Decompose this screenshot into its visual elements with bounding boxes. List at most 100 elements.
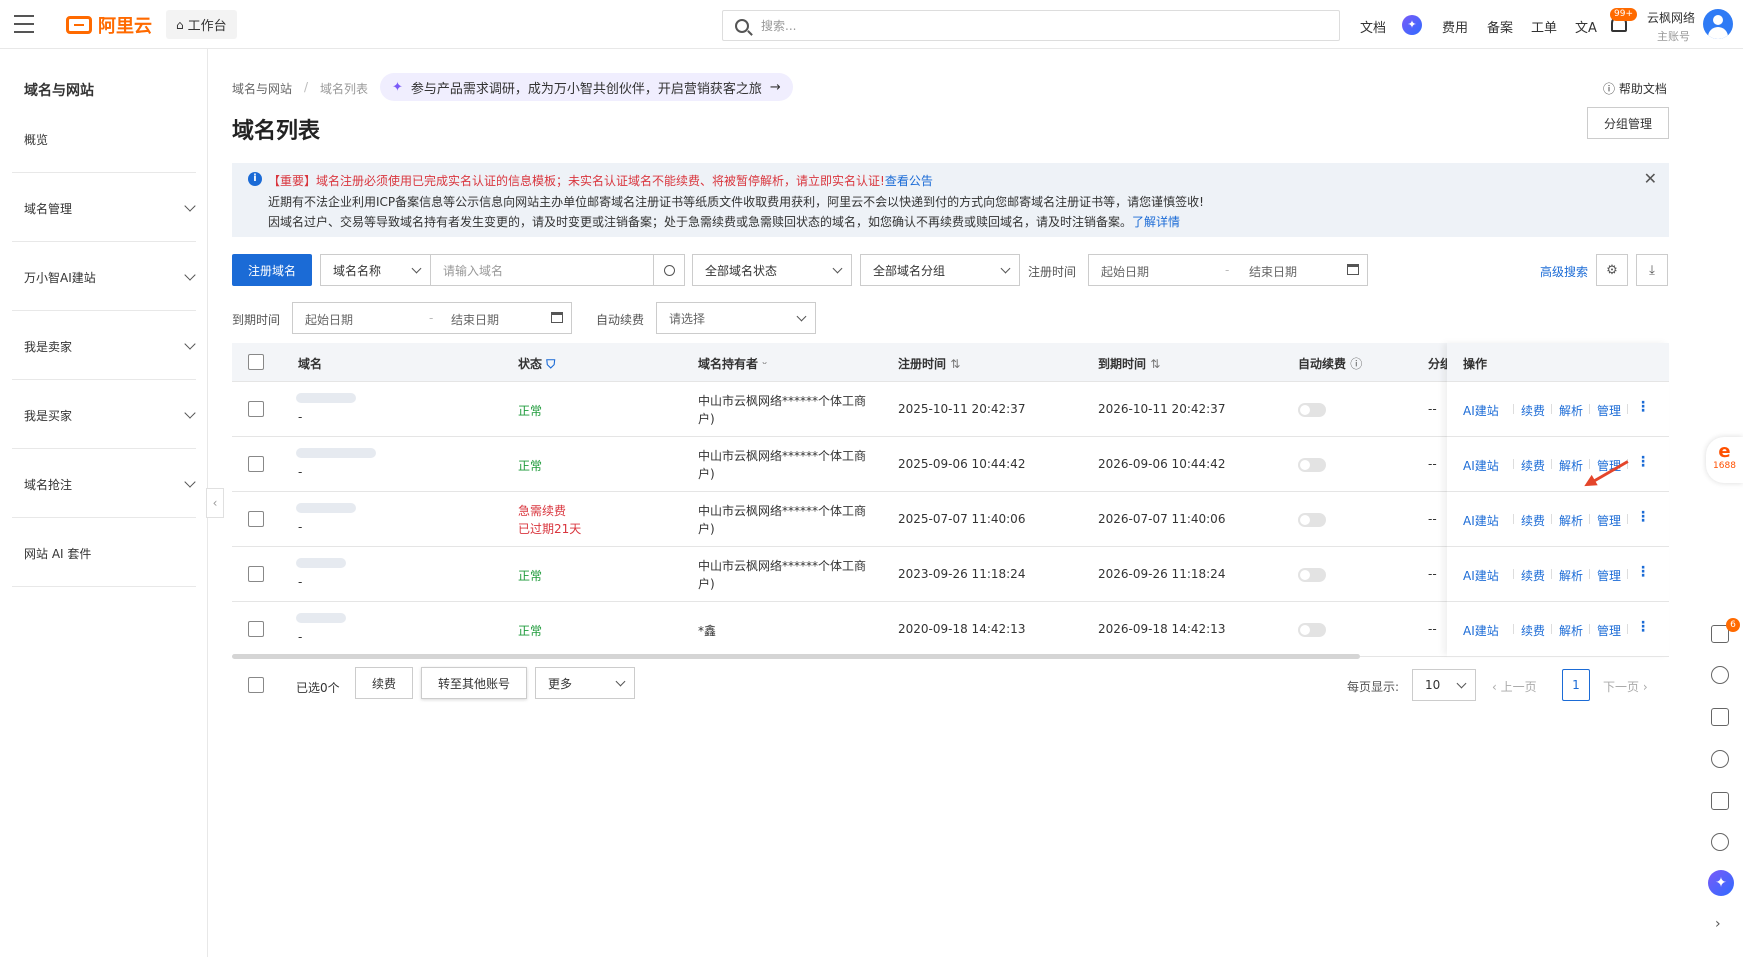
- float-1688-widget[interactable]: e 1688: [1706, 437, 1743, 483]
- dns-resolve-link[interactable]: 解析: [1559, 567, 1583, 584]
- more-actions-icon[interactable]: ⋮: [1636, 399, 1650, 415]
- domain-group-select[interactable]: 全部域名分组: [860, 254, 1020, 286]
- group-management-button[interactable]: 分组管理: [1587, 107, 1669, 139]
- auto-renew-toggle[interactable]: [1298, 513, 1326, 527]
- more-actions-icon[interactable]: ⋮: [1636, 564, 1650, 580]
- select-all-checkbox[interactable]: [248, 354, 264, 370]
- auto-renew-toggle[interactable]: [1298, 623, 1326, 637]
- row-checkbox[interactable]: [248, 621, 264, 637]
- renew-link[interactable]: 续费: [1521, 457, 1545, 474]
- compass-icon[interactable]: [1711, 666, 1729, 684]
- masked-domain[interactable]: [296, 448, 376, 458]
- sort-icon[interactable]: ⇅: [950, 357, 960, 371]
- renew-link[interactable]: 续费: [1521, 622, 1545, 639]
- register-domain-button[interactable]: 注册域名: [232, 254, 312, 286]
- ai-site-link[interactable]: AI建站: [1463, 457, 1499, 474]
- more-actions-icon[interactable]: ⋮: [1636, 454, 1650, 470]
- ai-site-link[interactable]: AI建站: [1463, 512, 1499, 529]
- renew-link[interactable]: 续费: [1521, 402, 1545, 419]
- ai-site-link[interactable]: AI建站: [1463, 622, 1499, 639]
- masked-domain[interactable]: [296, 613, 346, 623]
- nav-ticket[interactable]: 工单: [1531, 17, 1557, 36]
- more-actions-icon[interactable]: ⋮: [1636, 509, 1650, 525]
- row-checkbox[interactable]: [248, 401, 264, 417]
- view-announcement-link[interactable]: 查看公告: [885, 174, 933, 188]
- ai-site-link[interactable]: AI建站: [1463, 402, 1499, 419]
- more-actions-select[interactable]: 更多: [535, 667, 635, 699]
- expire-date-range-picker[interactable]: 起始日期 - 结束日期: [292, 302, 572, 334]
- reg-date-range-picker[interactable]: 起始日期 - 结束日期: [1088, 254, 1368, 286]
- sidebar-item-overview[interactable]: 概览: [24, 131, 194, 148]
- dns-resolve-link[interactable]: 解析: [1559, 622, 1583, 639]
- manage-link[interactable]: 管理: [1597, 512, 1621, 529]
- batch-renew-button[interactable]: 续费: [355, 667, 413, 699]
- manage-link[interactable]: 管理: [1597, 402, 1621, 419]
- search-button[interactable]: [653, 254, 685, 286]
- auto-renew-toggle[interactable]: [1298, 568, 1326, 582]
- domain-status-select[interactable]: 全部域名状态: [692, 254, 852, 286]
- renew-link[interactable]: 续费: [1521, 512, 1545, 529]
- avatar[interactable]: [1703, 9, 1733, 39]
- masked-domain[interactable]: [296, 503, 356, 513]
- manage-link[interactable]: 管理: [1597, 622, 1621, 639]
- next-page-button[interactable]: 下一页 ›: [1603, 678, 1648, 695]
- search-field-select[interactable]: 域名名称: [320, 254, 431, 286]
- dns-resolve-link[interactable]: 解析: [1559, 402, 1583, 419]
- filter-icon[interactable]: ⛉: [546, 357, 555, 371]
- auto-renew-select[interactable]: 请选择: [656, 302, 816, 334]
- ai-site-link[interactable]: AI建站: [1463, 567, 1499, 584]
- translate-icon[interactable]: 文A: [1575, 17, 1597, 36]
- page-number-current[interactable]: 1: [1562, 669, 1590, 701]
- renew-link[interactable]: 续费: [1521, 567, 1545, 584]
- aliyun-logo[interactable]: 阿里云: [66, 12, 152, 38]
- gear-icon[interactable]: [1711, 750, 1729, 768]
- row-checkbox[interactable]: [248, 511, 264, 527]
- sidebar-item-ai-site[interactable]: 万小智AI建站: [24, 269, 196, 286]
- horizontal-scrollbar[interactable]: [232, 654, 1360, 659]
- download-icon[interactable]: ⤓: [1636, 254, 1668, 286]
- auto-renew-toggle[interactable]: [1298, 403, 1326, 417]
- prev-page-button[interactable]: ‹ 上一页: [1492, 678, 1537, 695]
- sort-icon[interactable]: ⇅: [1150, 357, 1160, 371]
- advanced-search-link[interactable]: 高级搜索: [1540, 263, 1588, 280]
- headset-icon[interactable]: [1711, 833, 1729, 851]
- more-actions-icon[interactable]: ⋮: [1636, 619, 1650, 635]
- learn-more-link[interactable]: 了解详情: [1132, 215, 1180, 229]
- edit-icon[interactable]: [1711, 792, 1729, 810]
- domain-search-input[interactable]: 请输入域名: [430, 254, 654, 286]
- row-checkbox[interactable]: [248, 566, 264, 582]
- sidebar-item-seller[interactable]: 我是卖家: [24, 338, 196, 355]
- sidebar-item-ai-suite[interactable]: 网站 AI 套件: [24, 545, 194, 562]
- nav-filing[interactable]: 备案: [1487, 17, 1513, 36]
- menu-icon[interactable]: [14, 15, 34, 33]
- eye-icon[interactable]: ᵕ: [762, 357, 767, 371]
- help-icon[interactable]: ⓘ: [1350, 357, 1362, 371]
- footer-select-all-checkbox[interactable]: [248, 677, 264, 693]
- settings-icon[interactable]: ⚙: [1596, 254, 1628, 286]
- nav-billing[interactable]: 费用: [1442, 17, 1468, 36]
- close-icon[interactable]: ✕: [1644, 169, 1657, 188]
- manage-link[interactable]: 管理: [1597, 567, 1621, 584]
- dns-resolve-link[interactable]: 解析: [1559, 457, 1583, 474]
- masked-domain[interactable]: [296, 558, 346, 568]
- per-page-select[interactable]: 10: [1412, 669, 1476, 701]
- sidebar-collapse-toggle[interactable]: ‹: [206, 488, 224, 518]
- sidebar-item-domain-mgmt[interactable]: 域名管理: [24, 200, 196, 217]
- global-search-input[interactable]: 搜索...: [722, 10, 1340, 41]
- workbench-button[interactable]: ⌂ 工作台: [166, 10, 237, 39]
- transfer-account-button[interactable]: 转至其他账号: [421, 667, 527, 699]
- dns-resolve-link[interactable]: 解析: [1559, 512, 1583, 529]
- chevron-right-icon[interactable]: ›: [1715, 916, 1721, 932]
- breadcrumb-domains-sites[interactable]: 域名与网站: [232, 80, 292, 97]
- survey-promo-banner[interactable]: ✦ 参与产品需求调研，成为万小智共创伙伴，开启营销获客之旅 →: [380, 73, 793, 101]
- help-doc-link[interactable]: ⓘ 帮助文档: [1603, 80, 1667, 97]
- terminal-icon[interactable]: [1711, 708, 1729, 726]
- account-name[interactable]: 云枫网络: [1647, 9, 1695, 26]
- nav-docs[interactable]: 文档: [1360, 17, 1386, 36]
- masked-domain[interactable]: [296, 393, 356, 403]
- ai-assistant-icon[interactable]: ✦: [1708, 870, 1734, 896]
- sidebar-item-buyer[interactable]: 我是买家: [24, 407, 196, 424]
- ai-assistant-icon[interactable]: ✦: [1402, 15, 1422, 35]
- row-checkbox[interactable]: [248, 456, 264, 472]
- sidebar-item-backorder[interactable]: 域名抢注: [24, 476, 196, 493]
